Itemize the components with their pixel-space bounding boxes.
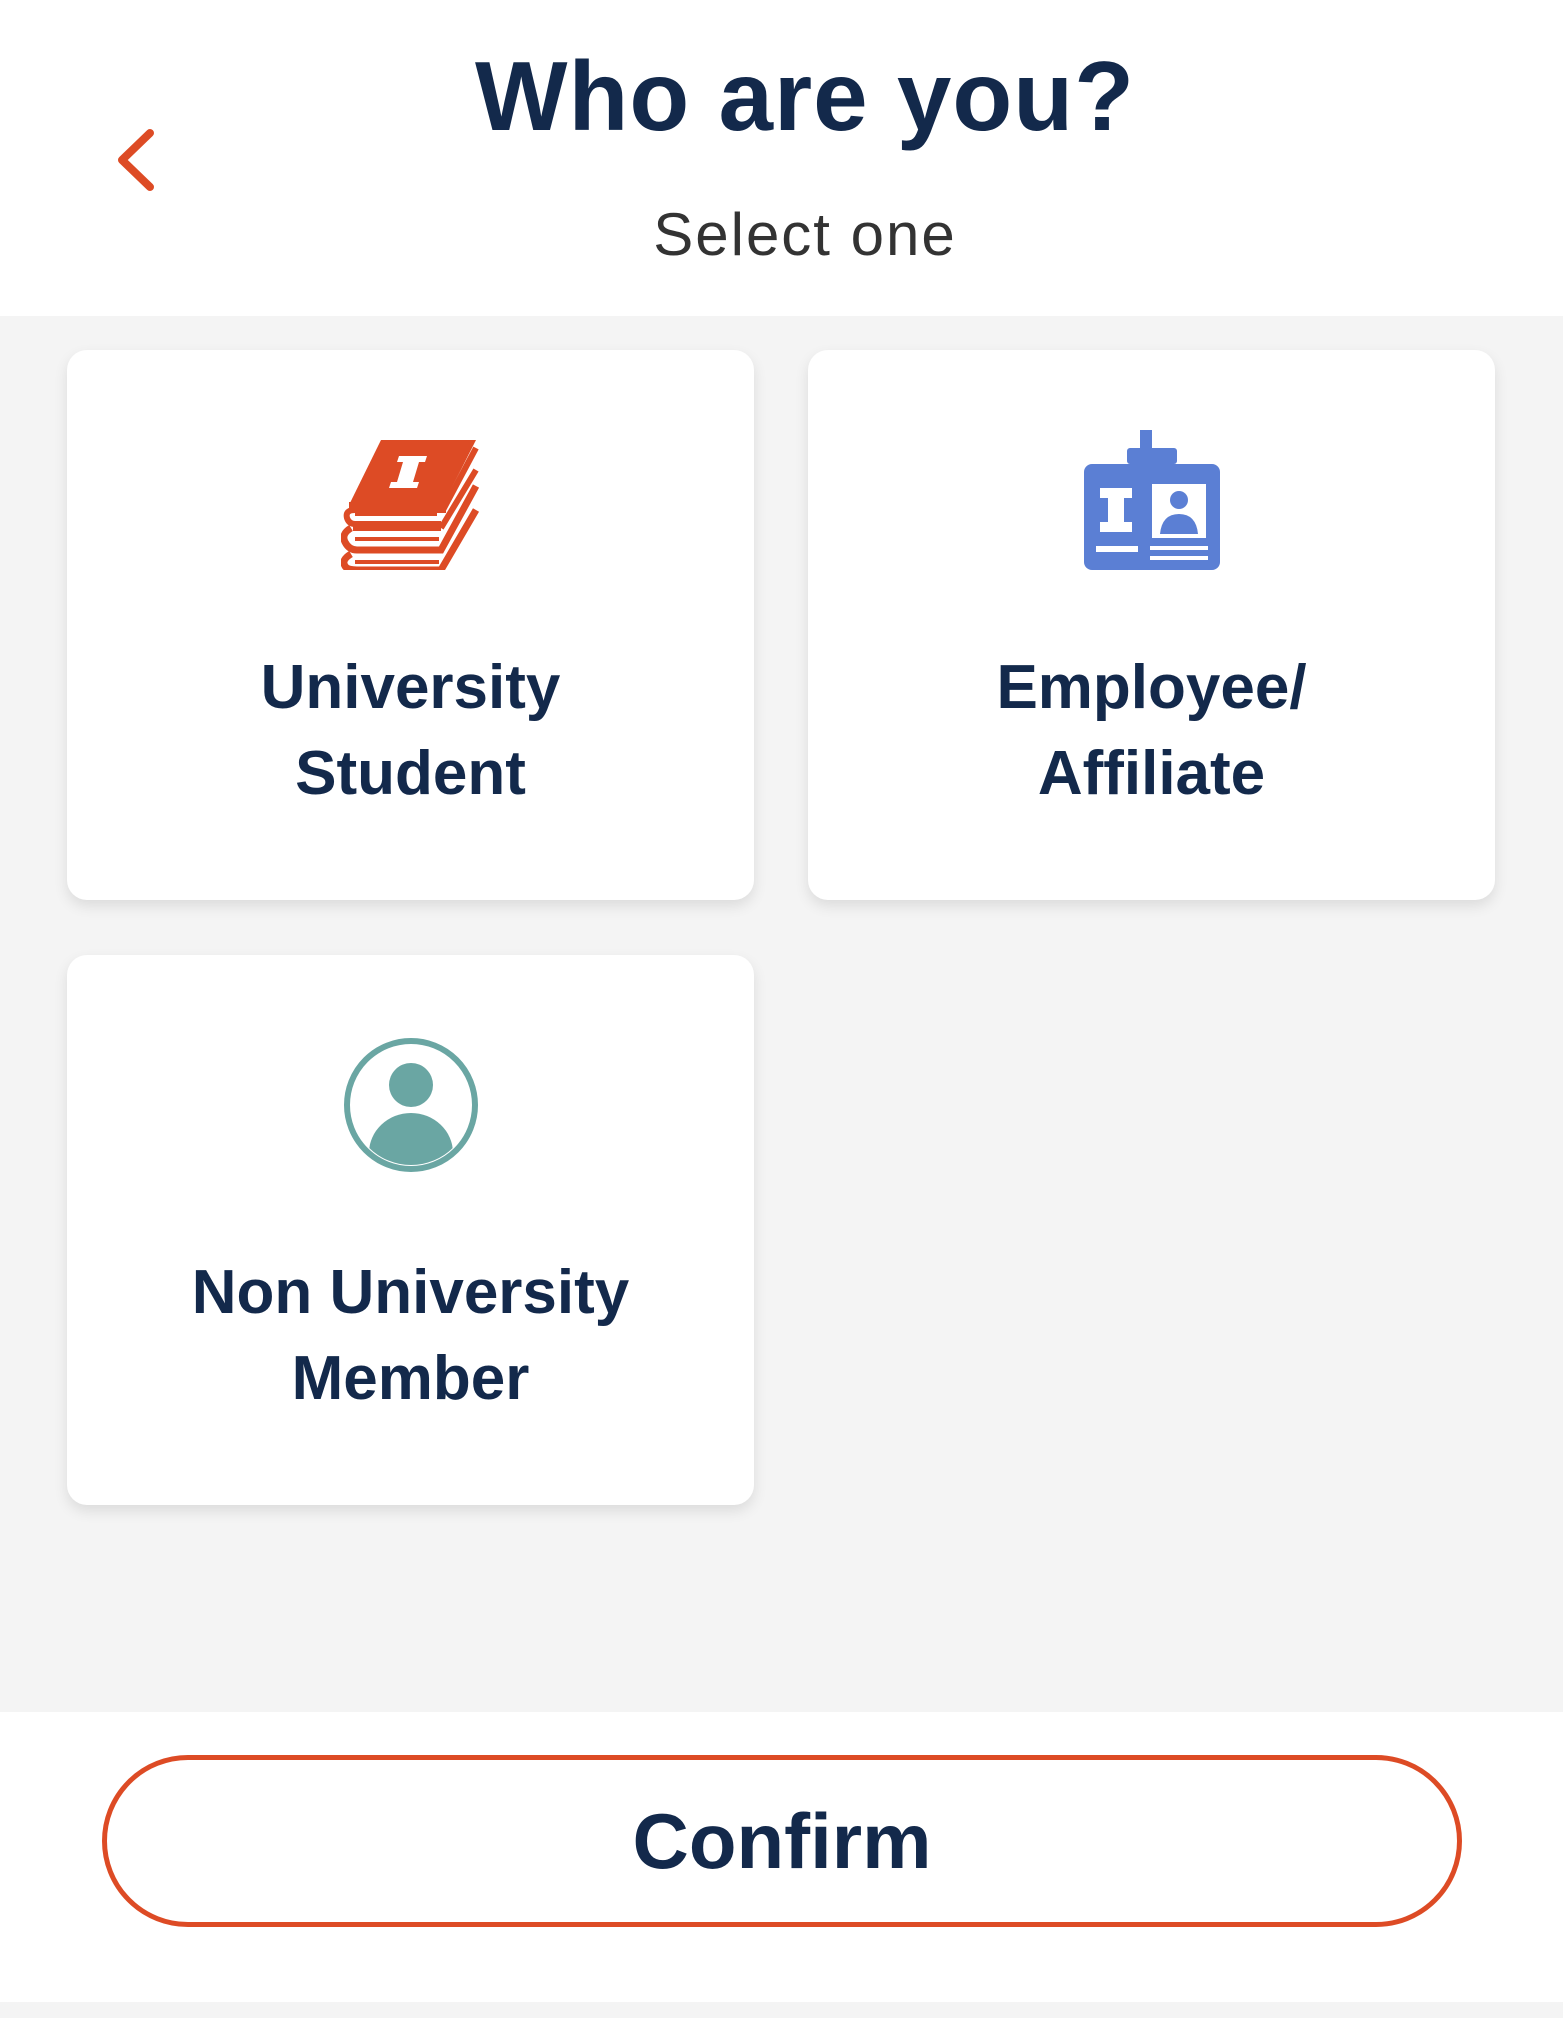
confirm-button[interactable]: Confirm	[102, 1755, 1462, 1927]
id-badge-icon	[808, 430, 1495, 570]
option-label-line2: Member	[291, 1344, 530, 1413]
option-label: Employee/ Affiliate	[808, 645, 1495, 817]
option-university-student[interactable]: University Student	[67, 350, 754, 900]
user-circle-icon	[67, 1035, 754, 1175]
option-label: Non University Member	[67, 1250, 754, 1422]
page-header: Who are you? Select one	[0, 0, 1563, 316]
option-employee-affiliate[interactable]: Employee/ Affiliate	[808, 350, 1495, 900]
option-label-line2: Affiliate	[1037, 739, 1266, 808]
option-label-line1: University	[260, 653, 561, 722]
option-label-line1: Non University	[191, 1258, 630, 1327]
books-icon	[67, 430, 754, 570]
option-non-university-member[interactable]: Non University Member	[67, 955, 754, 1505]
bottom-strip	[0, 2002, 1563, 2018]
option-label-line2: Student	[295, 739, 526, 808]
option-label-line1: Employee/	[996, 653, 1307, 722]
page-subtitle: Select one	[653, 201, 957, 268]
option-label: University Student	[67, 645, 754, 817]
page-title: Who are you?	[475, 41, 1135, 151]
